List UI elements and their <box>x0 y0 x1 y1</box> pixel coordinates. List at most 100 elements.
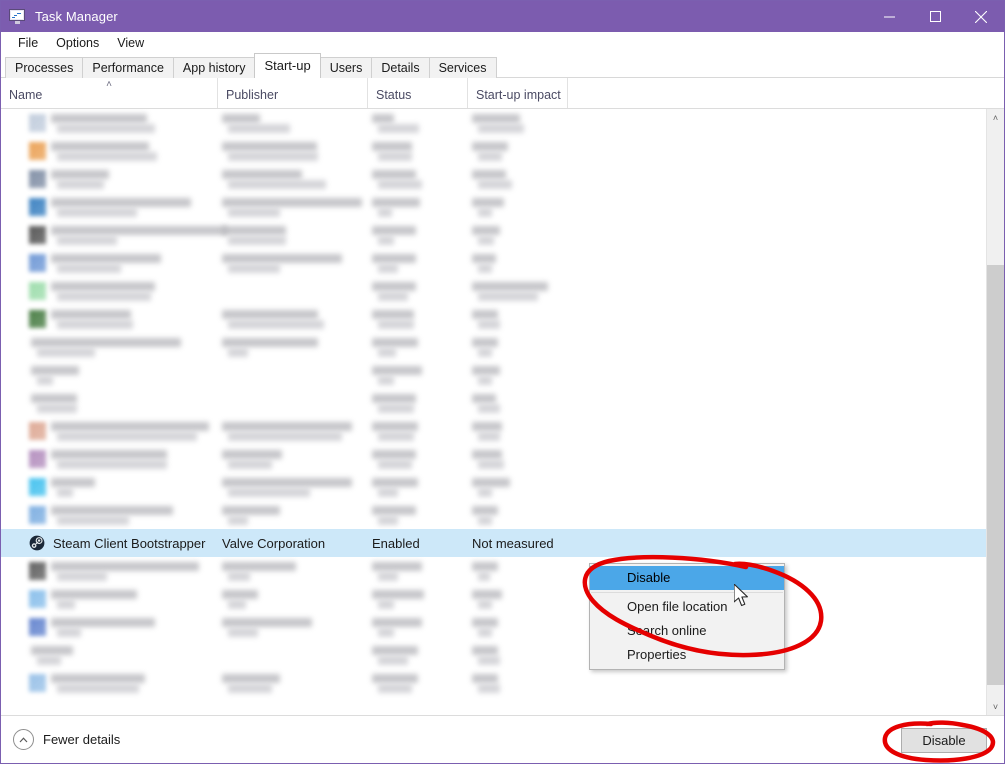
redacted-text <box>57 180 104 189</box>
context-menu-item-disable[interactable]: Disable <box>590 566 784 590</box>
scrollbar-thumb[interactable] <box>987 265 1004 685</box>
column-header-status-label: Status <box>376 88 412 102</box>
tab-start-up[interactable]: Start-up <box>254 53 321 78</box>
table-row[interactable] <box>1 501 986 529</box>
redacted-text <box>478 572 490 581</box>
vertical-scrollbar[interactable]: ˄ ˅ <box>986 109 1004 715</box>
table-row[interactable] <box>1 361 986 389</box>
maximize-button[interactable] <box>912 1 958 32</box>
redacted-text <box>478 404 500 413</box>
redacted-text <box>472 674 498 683</box>
table-row[interactable] <box>1 669 986 697</box>
context-menu-item-open-file-location[interactable]: Open file location <box>590 595 784 619</box>
table-row[interactable]: Steam Client Bootstrapper Valve Corporati… <box>1 529 986 557</box>
redacted-text <box>372 254 416 263</box>
scroll-up-arrow-icon[interactable]: ˄ <box>987 109 1004 126</box>
minimize-button[interactable] <box>866 1 912 32</box>
scroll-down-arrow-icon[interactable]: ˅ <box>987 698 1004 715</box>
table-row[interactable] <box>1 585 986 613</box>
fewer-details-button[interactable]: Fewer details <box>13 729 120 750</box>
table-row[interactable] <box>1 613 986 641</box>
menu-item-view[interactable]: View <box>108 34 153 52</box>
context-menu-separator <box>591 592 783 593</box>
redacted-text <box>478 152 502 161</box>
tab-users[interactable]: Users <box>319 57 373 78</box>
table-row[interactable] <box>1 417 986 445</box>
redacted-text <box>478 460 504 469</box>
column-header-row: Name ˄ Publisher Status Start-up impact <box>1 78 1004 109</box>
redacted-text <box>378 348 396 357</box>
redacted-text <box>372 198 420 207</box>
table-row[interactable] <box>1 473 986 501</box>
redacted-text <box>378 180 422 189</box>
table-row[interactable] <box>1 641 986 669</box>
table-row[interactable] <box>1 277 986 305</box>
context-menu-item-search-online[interactable]: Search online <box>590 619 784 643</box>
row-app-icon <box>29 282 46 300</box>
table-row[interactable] <box>1 165 986 193</box>
redacted-text <box>478 208 492 217</box>
redacted-text <box>378 320 414 329</box>
row-app-icon <box>29 674 46 692</box>
table-row[interactable] <box>1 557 986 585</box>
row-app-icon <box>29 114 46 132</box>
redacted-text <box>57 236 117 245</box>
table-row[interactable] <box>1 445 986 473</box>
fewer-details-label: Fewer details <box>43 732 121 747</box>
redacted-text <box>372 310 414 319</box>
context-menu[interactable]: Disable Open file location Search online… <box>589 563 785 670</box>
redacted-text <box>57 264 121 273</box>
table-row[interactable] <box>1 109 986 137</box>
table-row[interactable] <box>1 249 986 277</box>
table-row[interactable] <box>1 333 986 361</box>
redacted-text <box>378 208 392 217</box>
redacted-text <box>472 394 496 403</box>
table-row[interactable] <box>1 221 986 249</box>
table-row[interactable] <box>1 137 986 165</box>
cell-publisher: Valve Corporation <box>222 535 326 551</box>
menu-item-options[interactable]: Options <box>47 34 108 52</box>
redacted-text <box>228 460 272 469</box>
redacted-text <box>472 338 498 347</box>
redacted-text <box>378 236 394 245</box>
redacted-text <box>372 142 412 151</box>
tab-app-history[interactable]: App history <box>172 57 256 78</box>
table-row[interactable] <box>1 193 986 221</box>
redacted-text <box>222 674 280 683</box>
row-app-icon <box>29 562 46 580</box>
startup-list[interactable]: Steam Client Bootstrapper Valve Corporati… <box>1 109 986 715</box>
redacted-text <box>472 366 500 375</box>
column-header-name[interactable]: Name ˄ <box>1 78 217 108</box>
column-header-impact[interactable]: Start-up impact <box>467 78 567 108</box>
table-row[interactable] <box>1 389 986 417</box>
tab-performance[interactable]: Performance <box>82 57 174 78</box>
redacted-text <box>37 404 77 413</box>
tab-details[interactable]: Details <box>371 57 430 78</box>
redacted-text <box>222 618 312 627</box>
tab-processes[interactable]: Processes <box>5 57 84 78</box>
redacted-text <box>228 152 318 161</box>
column-header-status[interactable]: Status <box>367 78 467 108</box>
column-header-publisher[interactable]: Publisher <box>217 78 367 108</box>
redacted-text <box>478 292 538 301</box>
redacted-text <box>228 320 324 329</box>
tab-strip: Processes Performance App history Start-… <box>1 53 1004 78</box>
redacted-text <box>472 282 548 291</box>
redacted-text <box>472 226 500 235</box>
context-menu-item-properties[interactable]: Properties <box>590 643 784 667</box>
redacted-text <box>57 460 167 469</box>
close-button[interactable] <box>958 1 1004 32</box>
redacted-text <box>51 226 227 235</box>
redacted-text <box>478 264 492 273</box>
row-app-icon <box>29 198 46 216</box>
disable-button[interactable]: Disable <box>901 728 987 753</box>
menu-item-file[interactable]: File <box>9 34 47 52</box>
tab-services[interactable]: Services <box>428 57 497 78</box>
redacted-text <box>57 432 197 441</box>
redacted-text <box>478 432 500 441</box>
redacted-text <box>378 488 398 497</box>
table-row[interactable] <box>1 305 986 333</box>
redacted-text <box>372 114 394 123</box>
redacted-text <box>222 170 302 179</box>
redacted-text <box>472 646 498 655</box>
